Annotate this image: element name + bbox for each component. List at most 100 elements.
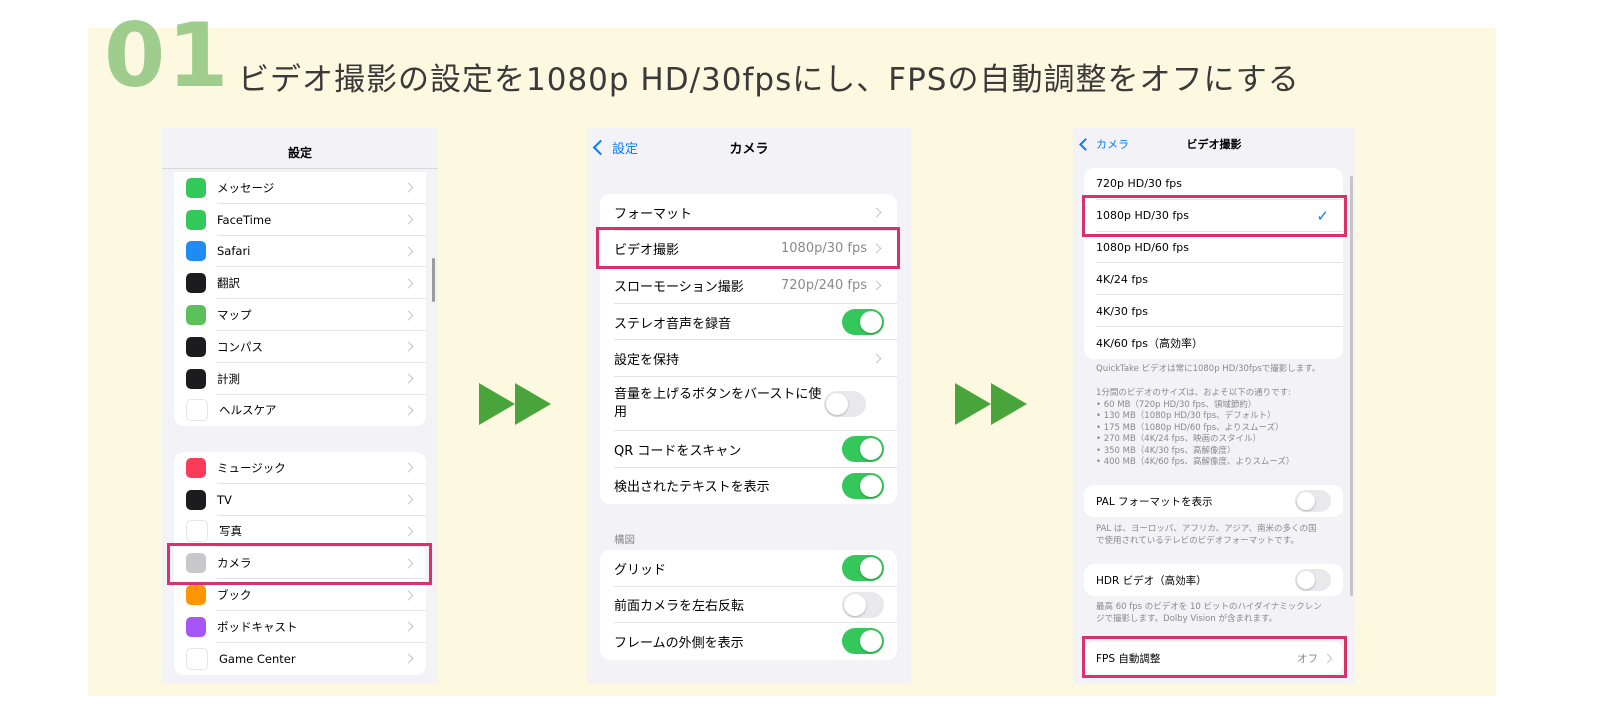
video-format-option[interactable]: 4K/24 fps [1084,263,1343,296]
setting-value: 720p/240 fps [781,277,867,293]
settings-item-label: 翻訳 [217,276,240,291]
settings-item-label: FaceTime [217,212,272,227]
hdr-note: 最高 60 fps のビデオを 10 ビットのハイダイナミックレン ジで撮影します… [1096,602,1322,625]
camera-settings-screen: 設定 カメラ フォーマット ビデオ撮影 1080p/30 fps スローモーション撮影… [587,128,911,684]
setting-toggle[interactable] [842,436,884,463]
chevron-right-icon [403,653,414,664]
settings-item-label: ブック [217,588,252,603]
setting-label: 設定を保持 [614,353,680,369]
page-title: カメラ [729,141,769,157]
camera-setting-4[interactable]: 設定を保持 [600,340,897,377]
compass-icon [186,336,206,357]
camera-setting-6[interactable]: QR コードをスキャン [600,431,897,468]
chevron-left-icon [1079,137,1092,151]
note-line: ジで撮影します。Dolby Vision が含まれます。 [1096,613,1278,624]
option-label: 720p HD/30 fps [1096,177,1183,191]
settings-item-messages[interactable]: メッセージ [174,172,426,204]
settings-item-label: マップ [217,308,252,323]
back-button[interactable]: 設定 [592,138,639,157]
option-label: 4K/30 fps [1096,304,1148,318]
facetime-icon [186,209,206,230]
camera-setting-7[interactable]: 検出されたテキストを表示 [600,468,897,505]
back-label: 設定 [612,141,639,157]
chevron-right-icon [403,246,414,257]
video-format-option[interactable]: 4K/60 fps（高効率） [1084,327,1343,359]
setting-toggle[interactable] [842,472,884,499]
note-line: • 350 MB（4K/30 fps、高解像度） [1096,445,1236,456]
chevron-right-icon [871,207,882,218]
note-line: • 400 MB（4K/60 fps、高解像度、よりスムーズ） [1096,457,1295,467]
video-format-option[interactable]: 4K/30 fps [1084,295,1343,327]
page-title: 設定 [287,145,312,160]
quicktake-note: QuickTake ビデオは常に1080p HD/30fpsで撮影します。 [1096,364,1321,374]
hdr-video-toggle[interactable] [1295,569,1331,591]
settings-screen: 設定 メッセージ FaceTime Safari 翻訳マップコンパス計測ヘルスケア ミ… [162,128,438,684]
chevron-right-icon [403,310,414,321]
chevron-right-icon [403,278,414,289]
composition-setting-0[interactable]: グリッド [600,550,897,587]
note-line: • 175 MB（1080p HD/60 fps、よりスムーズ） [1096,422,1284,433]
camera-navbar: 設定 カメラ [587,128,911,166]
file-size-note: 1分間のビデオのサイズは、およそ以下の通りです: • 60 MB（720p HD/… [1096,388,1294,469]
next-arrow-icon [479,383,515,425]
note-line: • 60 MB（720p HD/30 fps、領域節約） [1096,399,1257,410]
settings-item-label: Game Center [219,651,296,666]
settings-item-label: TV [217,492,232,507]
setting-toggle[interactable] [842,628,884,655]
settings-item-music[interactable]: ミュージック [174,452,426,484]
scrollbar[interactable] [1350,176,1353,596]
setting-toggle[interactable] [842,555,884,582]
highlight-camera-row [167,543,432,585]
setting-label: フレームの外側を表示 [614,635,744,651]
chevron-right-icon [403,621,414,632]
game-center-icon [186,647,208,670]
setting-label: 検出されたテキストを表示 [614,480,770,496]
highlight-1080p30-option [1082,195,1347,237]
scrollbar[interactable] [432,258,435,302]
video-navbar: カメラ ビデオ撮影 [1073,128,1355,160]
setting-toggle[interactable] [842,591,884,618]
navbar-divider [162,168,438,169]
back-button[interactable]: カメラ [1079,136,1129,152]
next-arrow-icon [991,383,1027,425]
setting-toggle[interactable] [842,309,884,336]
chevron-right-icon [403,494,414,505]
note-line: で使用されているテレビのビデオフォーマットです。 [1096,535,1299,546]
composition-setting-1[interactable]: 前面カメラを左右反転 [600,587,897,624]
health-icon [186,399,208,422]
settings-item-compass[interactable]: コンパス [174,331,426,363]
settings-item-podcasts[interactable]: ポッドキャスト [174,611,426,643]
camera-setting-3[interactable]: ステレオ音声を録音 [600,304,897,341]
chevron-left-icon [592,139,609,155]
podcasts-icon [186,616,206,637]
pal-format-label: PAL フォーマットを表示 [1096,495,1213,508]
settings-item-game-center[interactable]: Game Center [174,643,426,675]
setting-label: グリッド [614,562,667,578]
composition-group: グリッド前面カメラを左右反転フレームの外側を表示 [600,550,897,660]
setting-label: 音量を上げるボタンをバーストに使用 [614,386,822,420]
camera-setting-0[interactable]: フォーマット [600,194,897,231]
camera-setting-5[interactable]: 音量を上げるボタンをバーストに使用 [600,377,897,431]
camera-setting-2[interactable]: スローモーション撮影 720p/240 fps [600,267,897,304]
back-label: カメラ [1096,138,1129,151]
settings-item-health[interactable]: ヘルスケア [174,395,426,427]
setting-toggle[interactable] [824,390,866,417]
next-arrow-icon [515,383,551,425]
maps-icon [186,305,206,326]
pal-format-row[interactable]: PAL フォーマットを表示 [1084,485,1343,517]
hdr-video-row[interactable]: HDR ビデオ（高効率） [1084,564,1343,596]
settings-item-tv[interactable]: TV [174,484,426,516]
settings-item-facetime[interactable]: FaceTime [174,204,426,236]
option-label: 4K/24 fps [1096,272,1148,286]
pal-format-toggle[interactable] [1295,490,1331,512]
composition-setting-2[interactable]: フレームの外側を表示 [600,623,897,660]
settings-item-label: 計測 [217,371,240,386]
section-header-composition: 構図 [614,534,635,546]
setting-label: QR コードをスキャン [614,443,742,459]
chevron-right-icon [403,182,414,193]
settings-item-safari[interactable]: Safari [174,236,426,268]
settings-item-measure[interactable]: 計測 [174,363,426,395]
settings-item-translate[interactable]: 翻訳 [174,267,426,300]
settings-item-maps[interactable]: マップ [174,299,426,331]
setting-label: フォーマット [614,206,693,222]
